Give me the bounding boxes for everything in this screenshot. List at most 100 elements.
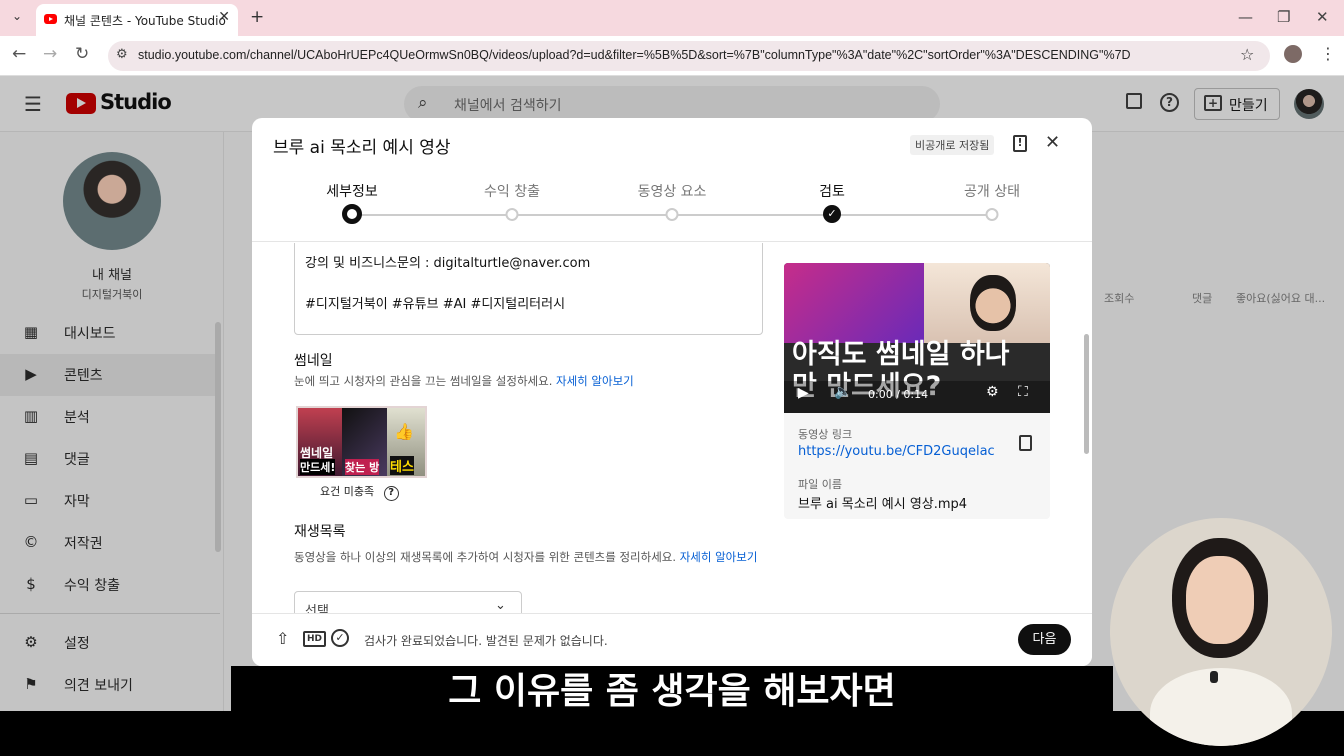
step-checks-check-icon[interactable]: ✓	[823, 205, 841, 223]
description-line-2: #디지털거북이 #유튜브 #AI #디지털리터러시	[305, 297, 566, 312]
step-details-label[interactable]: 세부정보	[326, 181, 378, 201]
maximize-icon[interactable]: ❐	[1277, 8, 1290, 26]
thumbnail-section-title: 썸네일	[294, 353, 333, 369]
sidebar-item-label: 저작권	[64, 536, 103, 552]
browser-menu-icon[interactable]: ⋮	[1320, 44, 1336, 63]
sidebar-item-label: 댓글	[64, 452, 90, 468]
account-avatar[interactable]	[1294, 89, 1324, 119]
video-player[interactable]: 아직도 썸네일 하나만 만드세요? ▶ 🔈 0:00 / 0:14 ⚙ ⛶	[784, 263, 1050, 413]
search-placeholder: 채널에서 검색하기	[454, 98, 562, 114]
column-views: 조회수	[1104, 292, 1135, 305]
thumbnail-image[interactable]: 썸네일 만드세! 찾는 방 테스 👍	[296, 406, 427, 478]
bookmark-star-icon[interactable]: ☆	[1240, 45, 1254, 64]
help-circle-icon[interactable]: ?	[383, 486, 399, 501]
video-link[interactable]: https://youtu.be/CFD2Guqelac	[798, 444, 995, 459]
channel-search-input[interactable]: ⌕ 채널에서 검색하기	[404, 86, 940, 122]
sidebar-item-monetization[interactable]: $ 수익 창출	[0, 564, 220, 606]
thumbnail-requirement-note: 요건 미충족 ?	[320, 483, 399, 501]
sidebar-item-analytics[interactable]: ▥ 분석	[0, 396, 220, 438]
help-icon[interactable]: ?	[1160, 93, 1179, 112]
step-monetization-dot[interactable]	[505, 208, 519, 221]
file-name: 브루 ai 목소리 예시 영상.mp4	[798, 497, 968, 512]
lapel-mic-icon	[1210, 671, 1218, 683]
video-presenter-face	[970, 275, 1016, 331]
step-details-dot[interactable]	[342, 204, 362, 224]
fullscreen-icon[interactable]: ⛶	[1018, 384, 1028, 400]
url-field[interactable]: ⚙ studio.youtube.com/channel/UCAboHrUEPc…	[108, 41, 1270, 71]
presenter-shirt	[1150, 668, 1292, 746]
dialog-scrollbar[interactable]	[1084, 334, 1089, 454]
file-name-label: 파일 이름	[798, 478, 842, 491]
video-caption: 그 이유를 좀 생각을 해보자면	[231, 666, 1113, 718]
new-tab-icon[interactable]: +	[250, 7, 264, 27]
report-issue-icon[interactable]: !	[1013, 135, 1027, 152]
tab-search-icon[interactable]: ⌄	[12, 9, 22, 23]
browser-tab-bar: ⌄ 채널 콘텐츠 - YouTube Studio ✕ + — ❐ ✕	[0, 0, 1344, 36]
settings-gear-icon[interactable]: ⚙	[986, 384, 999, 400]
dollar-icon: $	[26, 575, 36, 593]
sidebar-scrollbar[interactable]	[215, 322, 221, 552]
thumb-text-2: 만드세!	[300, 459, 336, 475]
sidebar-item-comments[interactable]: ▤ 댓글	[0, 438, 220, 480]
step-monetization-label[interactable]: 수익 창출	[484, 181, 540, 201]
thumbnail-note-text: 요건 미충족	[320, 485, 375, 498]
copyright-icon: ©	[23, 533, 39, 551]
close-tab-icon[interactable]: ✕	[218, 9, 230, 25]
step-visibility-label[interactable]: 공개 상태	[964, 181, 1020, 201]
site-settings-icon[interactable]: ⚙	[116, 47, 128, 62]
sidebar-item-settings[interactable]: ⚙ 설정	[0, 622, 220, 664]
reload-icon[interactable]: ↻	[75, 44, 89, 64]
check-status-text: 검사가 완료되었습니다. 발견된 문제가 없습니다.	[364, 634, 608, 648]
browser-tab[interactable]: 채널 콘텐츠 - YouTube Studio ✕	[36, 4, 238, 36]
thumbnail-learn-more-link[interactable]: 자세히 알아보기	[556, 374, 634, 388]
thumbnail-desc-text: 눈에 띄고 시청자의 관심을 끄는 썸네일을 설정하세요.	[294, 374, 553, 388]
create-button[interactable]: + 만들기	[1194, 88, 1280, 120]
forward-icon[interactable]: →	[43, 44, 57, 64]
sidebar-item-copyright[interactable]: © 저작권	[0, 522, 220, 564]
description-field[interactable]: 강의 및 비즈니스문의 : digitalturtle@naver.com #디…	[294, 243, 763, 335]
sidebar-item-subtitles[interactable]: ▭ 자막	[0, 480, 220, 522]
step-visibility-dot[interactable]	[985, 208, 999, 221]
playlist-section-desc: 동영상을 하나 이상의 재생목록에 추가하여 시청자를 위한 콘텐츠를 정리하세…	[294, 549, 764, 566]
subtitles-header-icon[interactable]	[1126, 93, 1142, 109]
presenter-face	[1186, 556, 1254, 644]
address-bar: ← → ↻ ⚙ studio.youtube.com/channel/UCAbo…	[0, 36, 1344, 76]
volume-icon[interactable]: 🔈	[834, 384, 851, 400]
dialog-content: 강의 및 비즈니스문의 : digitalturtle@naver.com #디…	[252, 243, 1092, 613]
search-icon: ⌕	[418, 93, 428, 113]
close-dialog-icon[interactable]: ✕	[1045, 132, 1060, 153]
sidebar-divider	[0, 613, 220, 614]
sidebar-item-content[interactable]: ▶ 콘텐츠	[0, 354, 220, 396]
playlist-desc-text: 동영상을 하나 이상의 재생목록에 추가하여 시청자를 위한 콘텐츠를 정리하세…	[294, 550, 677, 564]
step-checks-label[interactable]: 검토	[819, 181, 845, 201]
back-icon[interactable]: ←	[12, 44, 26, 64]
channel-avatar[interactable]	[63, 152, 161, 250]
dialog-footer: ⇧ HD ✓ 검사가 완료되었습니다. 발견된 문제가 없습니다. 다음	[252, 613, 1092, 666]
sidebar-item-feedback[interactable]: ⚑ 의견 보내기	[0, 664, 220, 706]
chevron-down-icon: ⌄	[495, 598, 506, 613]
youtube-logo-icon[interactable]	[66, 93, 96, 114]
thumbnail-section-desc: 눈에 띄고 시청자의 관심을 끄는 썸네일을 설정하세요. 자세히 알아보기	[294, 373, 634, 389]
playlist-learn-more-link[interactable]: 자세히 알아보기	[680, 550, 758, 564]
next-button[interactable]: 다음	[1018, 624, 1071, 655]
subtitles-icon: ▭	[23, 491, 39, 509]
description-line-1: 강의 및 비즈니스문의 : digitalturtle@naver.com	[305, 256, 591, 271]
step-video-elements-label[interactable]: 동영상 요소	[638, 181, 707, 201]
copy-icon[interactable]	[1019, 435, 1032, 451]
step-video-elements-dot[interactable]	[665, 208, 679, 221]
upload-stepper: 세부정보 수익 창출 동영상 요소 검토 ✓ 공개 상태	[252, 170, 1092, 242]
sidebar-item-label: 대시보드	[64, 326, 116, 342]
hd-icon: HD	[303, 631, 327, 647]
minimize-icon[interactable]: —	[1238, 8, 1253, 26]
check-circle-icon: ✓	[331, 629, 349, 647]
video-time: 0:00 / 0:14	[868, 388, 929, 401]
sidebar-item-dashboard[interactable]: ▦ 대시보드	[0, 312, 220, 354]
playlist-select[interactable]: 선택 ⌄	[294, 591, 522, 613]
channel-name: 디지털거북이	[81, 288, 143, 301]
play-icon[interactable]: ▶	[798, 385, 809, 401]
sidebar-item-label: 자막	[64, 494, 90, 510]
hamburger-menu-icon[interactable]: ☰	[24, 92, 42, 116]
close-window-icon[interactable]: ✕	[1316, 8, 1329, 26]
profile-avatar-icon[interactable]	[1284, 45, 1302, 63]
sidebar-item-label: 의견 보내기	[64, 678, 133, 694]
